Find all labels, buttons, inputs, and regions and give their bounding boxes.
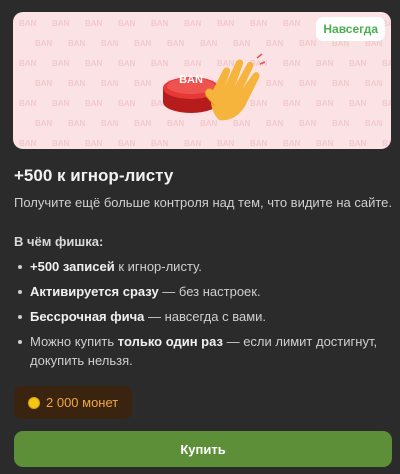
pattern-text: BAN [316,139,334,148]
pattern-text: BAN [118,19,136,28]
pattern-text: BAN [101,79,119,88]
pattern-text: BAN [283,139,301,148]
feature-item: Можно купить только один раз — если лими… [14,332,384,370]
pattern-text: BAN [68,39,86,48]
pattern-text: BAN [85,59,103,68]
pattern-text: BAN [316,99,334,108]
pattern-text: BAN [217,139,235,148]
pattern-text: BAN [382,59,391,68]
pattern-text: BAN [382,99,391,108]
pattern-text: BAN [332,119,350,128]
coin-icon [28,396,40,409]
pattern-text: BAN [250,139,268,148]
ban-button-hand-illustration: BAN [163,53,266,121]
pattern-text: BAN [365,119,383,128]
page-subtitle: Получите ещё больше контроля над тем, чт… [14,195,393,210]
pattern-text: BAN [283,19,301,28]
pattern-text: BAN [35,79,53,88]
pattern-text: BAN [68,119,86,128]
pattern-text: BAN [134,79,152,88]
pattern-text: BAN [101,39,119,48]
pattern-text: BAN [19,139,37,148]
pattern-text: BAN [283,99,301,108]
svg-text:BAN: BAN [179,74,203,86]
pattern-text: BAN [250,19,268,28]
pattern-text: BAN [299,79,317,88]
pattern-text: BAN [299,119,317,128]
pattern-text: BAN [365,79,383,88]
pattern-text: BAN [52,19,70,28]
feature-item: +500 записей к игнор-листу. [14,257,384,276]
pattern-text: BAN [184,139,202,148]
pattern-text: BAN [118,139,136,148]
pattern-text: BAN [151,19,169,28]
pattern-text: BAN [19,99,37,108]
pattern-text: BAN [118,99,136,108]
features-list: +500 записей к игнор-листу. Активируется… [14,257,384,376]
pattern-text: BAN [101,119,119,128]
pattern-text: BAN [217,19,235,28]
pattern-text: BAN [349,139,367,148]
pattern-text: BAN [184,19,202,28]
pattern-text: BAN [332,79,350,88]
pattern-text: BAN [52,99,70,108]
pattern-text: BAN [85,139,103,148]
feature-item: Активируется сразу — без настроек. [14,282,384,301]
pattern-text: BAN [233,39,251,48]
pattern-text: BAN [19,59,37,68]
pattern-text: BAN [283,59,301,68]
pattern-text: BAN [299,39,317,48]
pattern-text: BAN [52,139,70,148]
pattern-text: BAN [35,119,53,128]
pattern-text: BAN [134,39,152,48]
forever-badge: Навсегда [316,17,385,41]
pattern-text: BAN [52,59,70,68]
pattern-text: BAN [118,59,136,68]
feature-item: Бессрочная фича — навсегда с вами. [14,307,384,326]
buy-button[interactable]: Купить [14,431,392,467]
pattern-text: BAN [134,119,152,128]
pattern-text: BAN [266,119,284,128]
page-title: +500 к игнор-листу [14,166,174,185]
price-tag: 2 000 монет [14,386,133,419]
pattern-text: BAN [200,39,218,48]
pattern-text: BAN [266,79,284,88]
pattern-text: BAN [85,99,103,108]
pattern-text: BAN [35,39,53,48]
pattern-text: BAN [316,59,334,68]
pattern-text: BAN [349,59,367,68]
features-heading: В чём фишка: [14,234,104,249]
pattern-text: BAN [349,99,367,108]
promo-banner: BAN BAN BAN BAN BAN BAN BAN BAN BAN BAN BAN BAN BAN B… [13,12,391,149]
pattern-text: BAN [382,139,391,148]
pattern-text: BAN [151,139,169,148]
pattern-text: BAN [68,79,86,88]
pattern-text: BAN [266,39,284,48]
pattern-text: BAN [85,19,103,28]
pattern-text: BAN [19,19,37,28]
pattern-text: BAN [167,39,185,48]
price-label: 2 000 монет [46,395,119,410]
